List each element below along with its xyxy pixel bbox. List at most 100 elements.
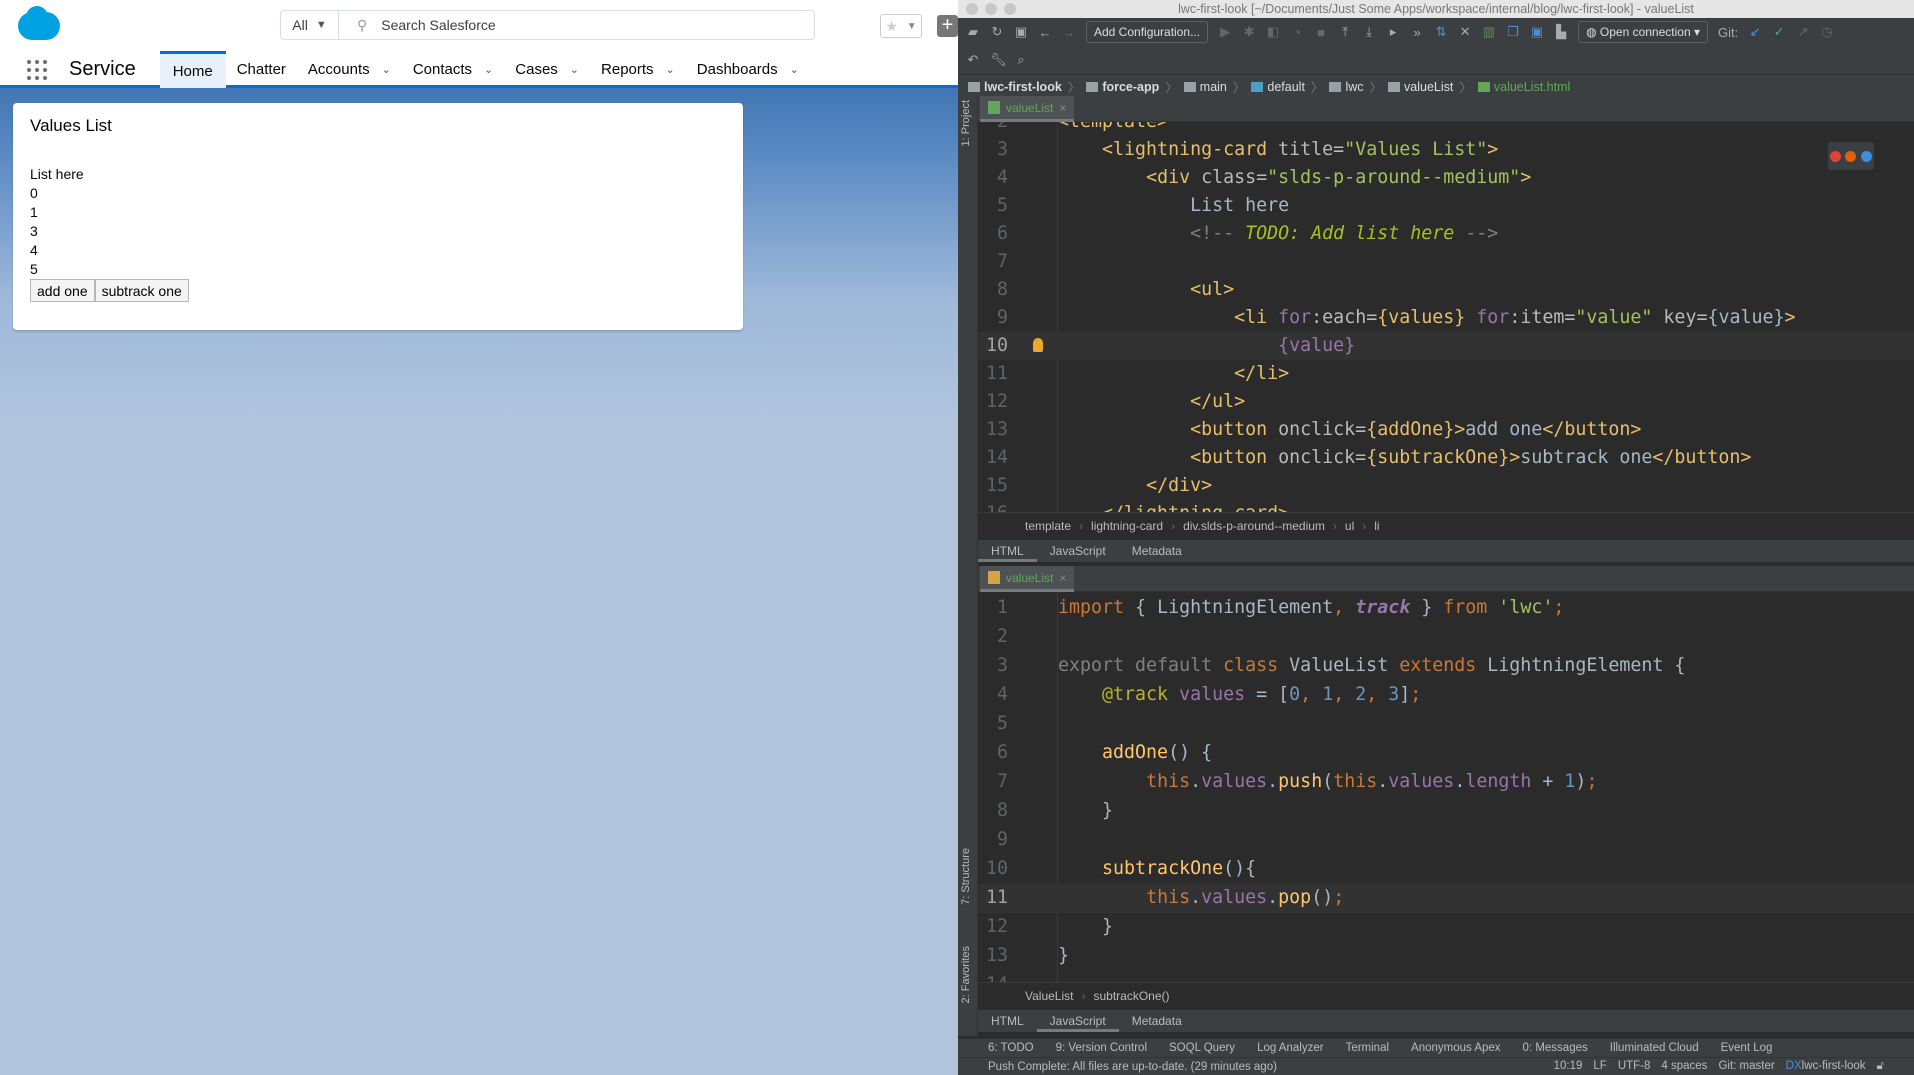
chevron-down-icon[interactable]: ⌄ — [382, 63, 391, 76]
html-editor[interactable]: 2 <template> 3 <lightning-card title="Valu… — [978, 122, 1914, 512]
breadcrumb-lwc-first-look[interactable]: lwc-first-look — [968, 80, 1062, 94]
save-icon[interactable]: ▣ — [1014, 24, 1028, 40]
retrieve-icon[interactable]: ⤓ — [1362, 24, 1376, 40]
nav-tab-home[interactable]: Home — [159, 51, 226, 88]
favorites-button[interactable]: ★ ▼ — [880, 14, 922, 38]
structure-crumb[interactable]: li — [1374, 519, 1379, 533]
add-configuration-button[interactable]: Add Configuration... — [1086, 21, 1209, 43]
nav-tab-accounts[interactable]: Accounts ⌄ — [297, 51, 402, 88]
profile-icon[interactable]: ◔ — [1290, 25, 1304, 40]
nav-tab-chatter[interactable]: Chatter — [226, 51, 297, 88]
search-icon[interactable]: ⌕ — [1014, 52, 1028, 68]
breadcrumb-valuelist[interactable]: valueList — [1388, 80, 1453, 94]
structure-crumb[interactable]: ValueList — [1025, 989, 1073, 1003]
lang-tab-html[interactable]: HTML — [978, 540, 1037, 562]
windows-icon[interactable]: ❐ — [1506, 24, 1520, 40]
global-search[interactable]: All ▼ ⚲ Search Salesforce — [280, 10, 815, 40]
favorites-tool-button[interactable]: 2: Favorites — [960, 946, 972, 1003]
structure-crumb[interactable]: subtrackOne() — [1093, 989, 1169, 1003]
minimize-window-button[interactable] — [985, 3, 997, 15]
structure-crumb[interactable]: div.slds-p-around--medium — [1183, 519, 1325, 533]
chrome-icon[interactable] — [1830, 150, 1842, 162]
lock-icon[interactable]: 🔓︎ — [1877, 1060, 1884, 1073]
cancel-icon[interactable]: ✕ — [1458, 24, 1472, 40]
chevron-down-icon[interactable]: ⌄ — [570, 63, 579, 76]
editor-tab-valuelist-js[interactable]: valueList × — [980, 566, 1075, 592]
history-icon[interactable]: ◷ — [1820, 24, 1834, 40]
breadcrumb-valuelist.html[interactable]: valueList.html — [1477, 80, 1570, 94]
caret-down-icon[interactable]: ▼ — [907, 21, 917, 32]
tool-window-illuminated-cloud[interactable]: Illuminated Cloud — [1610, 1042, 1699, 1054]
structure-crumb[interactable]: ul — [1345, 519, 1354, 533]
debug-icon[interactable]: ✱ — [1242, 24, 1256, 40]
run-icon[interactable]: ▶ — [1218, 24, 1232, 40]
close-window-button[interactable] — [966, 3, 978, 15]
tool-window-0-messages[interactable]: 0: Messages — [1523, 1042, 1588, 1054]
safari-icon[interactable] — [1860, 150, 1872, 162]
salesforce-logo[interactable] — [18, 6, 60, 40]
nav-tab-contacts[interactable]: Contacts ⌄ — [402, 51, 504, 88]
firefox-icon[interactable] — [1845, 150, 1857, 162]
chevron-down-icon[interactable]: ⌄ — [790, 63, 799, 76]
caret-position[interactable]: 10:19 — [1554, 1060, 1583, 1073]
undo-icon[interactable]: ↶ — [966, 52, 980, 68]
sync-icon[interactable]: ↻ — [990, 24, 1004, 40]
breadcrumb-default[interactable]: default — [1251, 80, 1305, 94]
chart-icon[interactable]: ▥ — [1482, 24, 1496, 40]
global-actions-button[interactable]: + — [937, 15, 958, 37]
deploy-icon[interactable]: ⤒ — [1338, 24, 1352, 40]
dx-project[interactable]: DXlwc-first-look — [1786, 1060, 1866, 1073]
wrench-icon[interactable]: 🔧︎ — [990, 52, 1007, 68]
git-branch[interactable]: Git: master — [1718, 1060, 1774, 1073]
tool-window-soql-query[interactable]: SOQL Query — [1169, 1042, 1235, 1054]
close-tab-icon[interactable]: × — [1059, 571, 1066, 585]
search-scope-dropdown[interactable]: All ▼ — [281, 11, 339, 39]
chevron-down-icon[interactable]: ⌄ — [666, 63, 675, 76]
git-update-icon[interactable]: ↙ — [1748, 24, 1762, 40]
tool-window-event-log[interactable]: Event Log — [1721, 1042, 1773, 1054]
forward-icon[interactable]: → — [1062, 25, 1076, 40]
back-icon[interactable]: ← — [1038, 25, 1052, 40]
step-icon[interactable]: ▸ — [1386, 24, 1400, 40]
subtract-one-button[interactable]: subtrack one — [94, 279, 189, 302]
js-editor[interactable]: 1 import { LightningElement, track } from… — [978, 592, 1914, 982]
search-input[interactable]: Search Salesforce — [381, 17, 495, 33]
tool-window-9-version-control[interactable]: 9: Version Control — [1056, 1042, 1147, 1054]
close-tab-icon[interactable]: × — [1059, 101, 1066, 115]
tool-window-terminal[interactable]: Terminal — [1346, 1042, 1389, 1054]
structure-crumb[interactable]: template — [1025, 519, 1071, 533]
tool-window-log-analyzer[interactable]: Log Analyzer — [1257, 1042, 1324, 1054]
chevron-down-icon[interactable]: ⌄ — [484, 63, 493, 76]
indent-setting[interactable]: 4 spaces — [1661, 1060, 1707, 1073]
compare-icon[interactable]: ⇅ — [1434, 24, 1448, 40]
app-launcher-icon[interactable] — [27, 59, 47, 80]
open-connection-dropdown[interactable]: ◍ Open connection ▾ — [1578, 21, 1708, 43]
nav-tab-cases[interactable]: Cases ⌄ — [504, 51, 590, 88]
lang-tab-html[interactable]: HTML — [978, 1010, 1037, 1032]
stop-icon[interactable]: ■ — [1314, 25, 1328, 40]
open-folder-icon[interactable]: ▰ — [966, 24, 980, 40]
structure-tool-button[interactable]: 7: Structure — [960, 848, 972, 905]
lang-tab-javascript[interactable]: JavaScript — [1036, 1010, 1119, 1032]
tool-window-6-todo[interactable]: 6: TODO — [988, 1042, 1034, 1054]
tool-window-anonymous-apex[interactable]: Anonymous Apex — [1411, 1042, 1501, 1054]
project-tool-button[interactable]: 1: Project — [960, 100, 972, 146]
coverage-icon[interactable]: ◧ — [1266, 24, 1280, 40]
nav-tab-reports[interactable]: Reports ⌄ — [590, 51, 686, 88]
nav-tab-dashboards[interactable]: Dashboards ⌄ — [686, 51, 810, 88]
breadcrumb-lwc[interactable]: lwc — [1329, 80, 1364, 94]
add-one-button[interactable]: add one — [30, 279, 95, 302]
git-commit-icon[interactable]: ✓ — [1772, 24, 1786, 40]
breadcrumb-main[interactable]: main — [1183, 80, 1227, 94]
breadcrumb-force-app[interactable]: force-app — [1086, 80, 1159, 94]
file-encoding[interactable]: UTF-8 — [1618, 1060, 1651, 1073]
git-push-icon[interactable]: ↗ — [1796, 24, 1810, 40]
fast-forward-icon[interactable]: » — [1410, 25, 1424, 40]
zoom-window-button[interactable] — [1004, 3, 1016, 15]
lang-tab-javascript[interactable]: JavaScript — [1037, 540, 1119, 562]
layout-icon[interactable]: ▣ — [1530, 24, 1544, 40]
structure-crumb[interactable]: lightning-card — [1091, 519, 1163, 533]
lang-tab-metadata[interactable]: Metadata — [1119, 1010, 1195, 1032]
project-structure-icon[interactable]: ▙ — [1554, 24, 1568, 40]
lang-tab-metadata[interactable]: Metadata — [1119, 540, 1195, 562]
